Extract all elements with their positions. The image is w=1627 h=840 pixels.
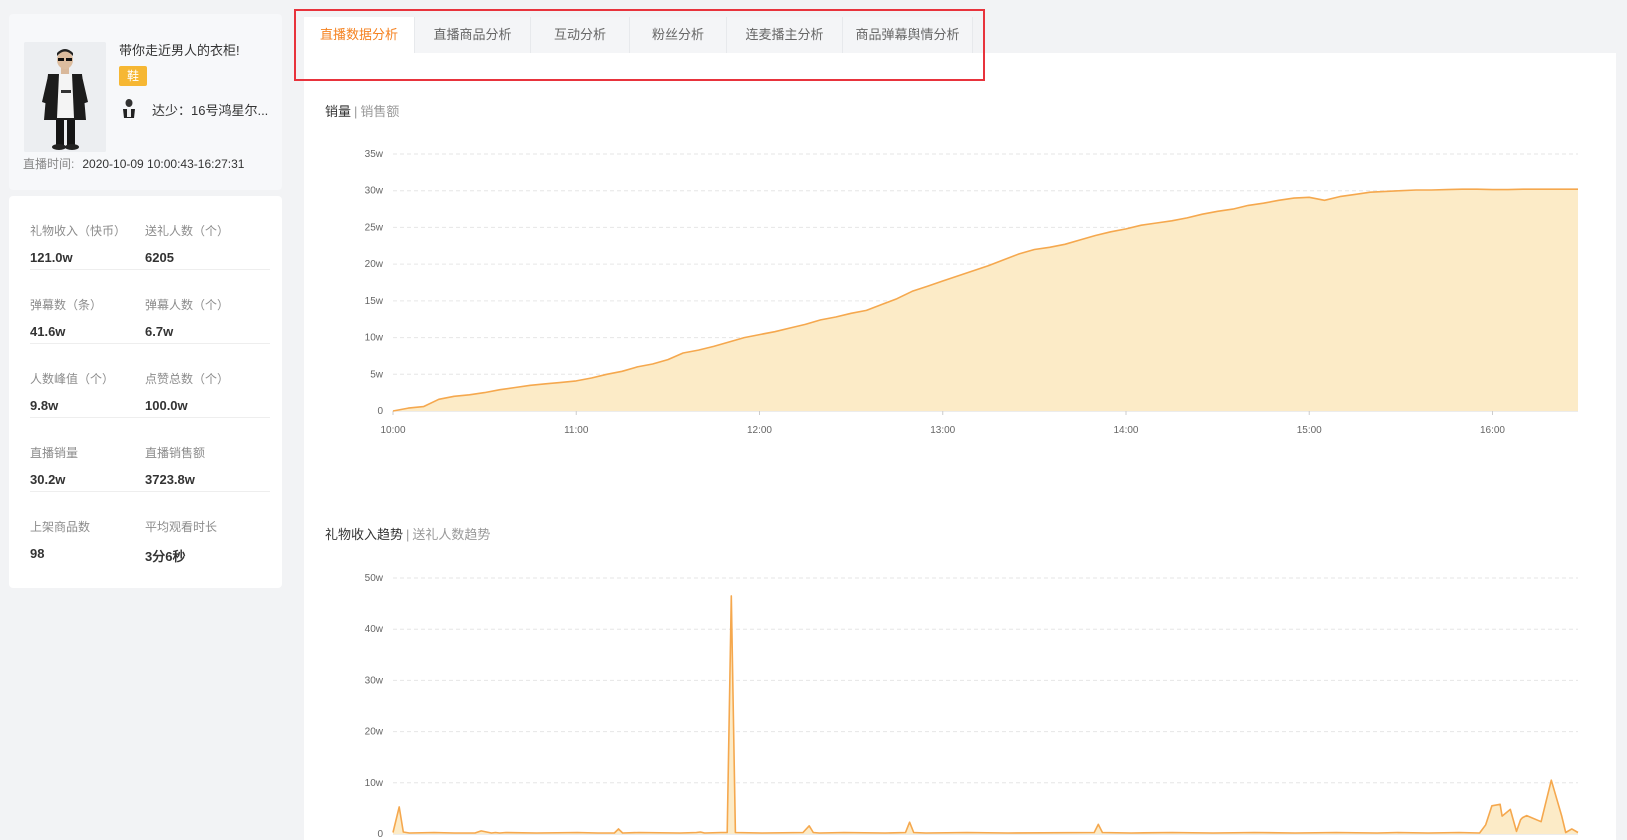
y-tick-label: 40w bbox=[365, 624, 384, 635]
x-tick-label: 13:00 bbox=[930, 425, 955, 436]
x-tick-label: 10:00 bbox=[380, 425, 405, 436]
series-line bbox=[392, 595, 1579, 834]
y-tick-label: 50w bbox=[365, 573, 384, 584]
y-tick-label: 30w bbox=[365, 675, 384, 686]
series-area bbox=[393, 189, 1578, 411]
y-tick-label: 20w bbox=[365, 727, 384, 738]
series-area bbox=[393, 595, 1578, 834]
y-tick-label: 35w bbox=[365, 149, 384, 160]
y-tick-label: 0 bbox=[377, 829, 383, 840]
y-tick-label: 15w bbox=[365, 296, 384, 307]
y-tick-label: 30w bbox=[365, 186, 384, 197]
y-tick-label: 5w bbox=[370, 369, 384, 380]
sales-area-chart: 0 5w 10w 15w 20w 25w 30w 35w 10:00 11:00 12:00 13:0… bbox=[365, 149, 1579, 840]
x-tick-label: 12:00 bbox=[747, 425, 772, 436]
y-tick-label: 0 bbox=[377, 406, 383, 417]
x-tick-label: 15:00 bbox=[1297, 425, 1322, 436]
y-tick-label: 10w bbox=[365, 778, 384, 789]
x-tick-label: 14:00 bbox=[1113, 425, 1138, 436]
y-tick-label: 10w bbox=[365, 333, 384, 344]
y-tick-label: 20w bbox=[365, 259, 384, 270]
x-tick-label: 16:00 bbox=[1480, 425, 1505, 436]
y-tick-label: 25w bbox=[365, 222, 384, 233]
x-tick-label: 11:00 bbox=[564, 425, 589, 436]
